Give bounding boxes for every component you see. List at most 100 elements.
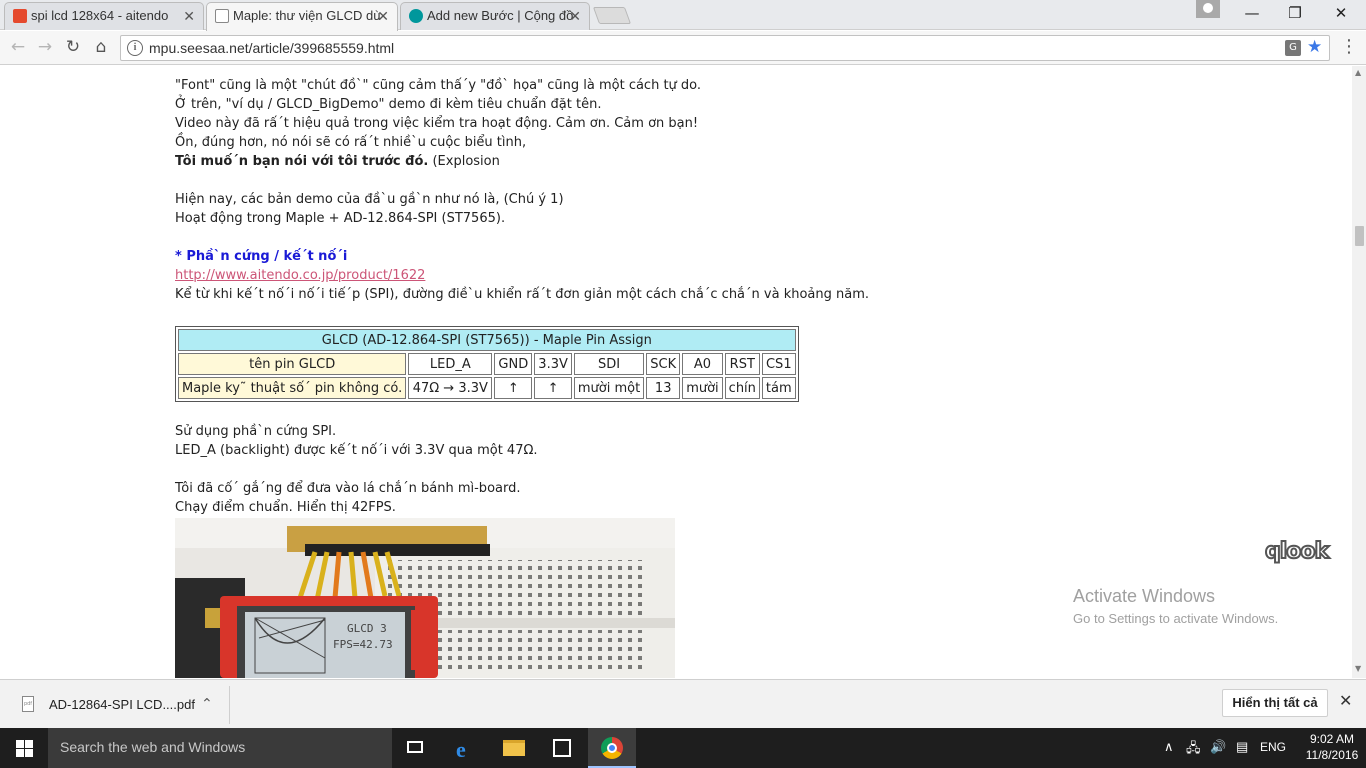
close-shelf-icon[interactable]: ✕ bbox=[1339, 691, 1352, 710]
home-icon[interactable]: ⌂ bbox=[89, 36, 113, 60]
tab-maple[interactable]: Maple: thư viện GLCD dù ✕ bbox=[206, 2, 398, 31]
translate-icon[interactable]: G bbox=[1285, 40, 1301, 56]
profile-icon[interactable] bbox=[1196, 0, 1220, 18]
article-line: Tôi muố´n bạn nói với tôi trước đó. (Exp… bbox=[175, 152, 500, 171]
clock-time[interactable]: 9:02 AM bbox=[1302, 732, 1362, 746]
system-tray: ∧ 🖧 🔊 ▤ ENG 9:02 AM 11/8/2016 bbox=[1160, 728, 1366, 768]
article-line: Hiện nay, các bản demo của đầ`u gầ`n như… bbox=[175, 192, 564, 207]
page-icon bbox=[215, 9, 229, 23]
article-line: Video này đã rấ´t hiệu quả trong việc ki… bbox=[175, 116, 699, 131]
qlook-logo: qlook bbox=[1264, 538, 1330, 565]
aitendo-icon bbox=[13, 9, 27, 23]
download-shelf: pdf AD-12864-SPI LCD....pdf ⌄ Hiển thị t… bbox=[0, 679, 1366, 729]
table-cell: CS1 bbox=[761, 353, 796, 375]
table-cell: RST bbox=[724, 353, 760, 375]
download-file-name[interactable]: AD-12864-SPI LCD....pdf bbox=[49, 697, 195, 712]
article-line: Tôi đã cố´ gắ´ng để đưa vào lá chắ´n bán… bbox=[175, 481, 521, 496]
tray-chevron-up-icon[interactable]: ∧ bbox=[1164, 739, 1174, 755]
show-all-downloads-button[interactable]: Hiển thị tất cả bbox=[1222, 689, 1328, 717]
minimize-icon[interactable]: — bbox=[1237, 3, 1267, 25]
article-line: Chạy điểm chuẩn. Hiển thị 42FPS. bbox=[175, 500, 396, 515]
table-cell: SCK bbox=[646, 353, 681, 375]
table-cell: tám bbox=[761, 377, 796, 399]
article-line: "Font" cũng là một "chút đồ`" cũng cảm t… bbox=[175, 78, 702, 93]
table-header-row: tên pin GLCD LED_A GND 3.3V SDI SCK A0 R… bbox=[178, 353, 796, 375]
tab-aitendo[interactable]: spi lcd 128x64 - aitendo ✕ bbox=[4, 2, 204, 30]
table-cell: LED_A bbox=[408, 353, 493, 375]
lcd-text-line2: FPS=42.73 bbox=[333, 638, 393, 651]
pin-assign-table: GLCD (AD-12.864-SPI (ST7565)) - Maple Pi… bbox=[175, 326, 799, 402]
lcd-text-line1: GLCD 3 bbox=[347, 622, 387, 635]
close-window-icon[interactable]: ✕ bbox=[1326, 3, 1356, 25]
article-line: Sử dụng phầ`n cứng SPI. bbox=[175, 424, 337, 439]
tab-title: Maple: thư viện GLCD dù bbox=[233, 8, 381, 23]
new-tab-button[interactable] bbox=[592, 7, 632, 24]
volume-icon[interactable]: 🔊 bbox=[1210, 739, 1226, 755]
notification-icon[interactable]: ▤ bbox=[1236, 739, 1248, 755]
product-link[interactable]: http://www.aitendo.co.jp/product/1622 bbox=[175, 266, 425, 285]
menu-dots-icon[interactable]: ⋮ bbox=[1340, 36, 1358, 57]
table-cell: mười một bbox=[573, 377, 645, 399]
table-caption-row: GLCD (AD-12.864-SPI (ST7565)) - Maple Pi… bbox=[178, 329, 796, 351]
windows-taskbar: Search the web and Windows e ∧ 🖧 🔊 ▤ ENG… bbox=[0, 728, 1366, 768]
activate-windows-title: Activate Windows bbox=[1073, 586, 1216, 606]
table-cell: GND bbox=[494, 353, 533, 375]
search-placeholder: Search the web and Windows bbox=[60, 739, 246, 755]
network-icon[interactable]: 🖧 bbox=[1186, 739, 1201, 761]
tab-close-icon[interactable]: ✕ bbox=[377, 3, 389, 29]
bold-text: Tôi muố´n bạn nói với tôi trước đó. bbox=[175, 154, 429, 169]
chevron-up-icon[interactable]: ⌄ bbox=[201, 694, 213, 710]
tab-close-icon[interactable]: ✕ bbox=[183, 3, 195, 29]
table-cell: ↑ bbox=[534, 377, 572, 399]
download-item[interactable]: pdf AD-12864-SPI LCD....pdf ⌄ bbox=[8, 686, 230, 724]
tab-strip: spi lcd 128x64 - aitendo ✕ Maple: thư vi… bbox=[0, 0, 1366, 31]
tab-close-icon[interactable]: ✕ bbox=[569, 3, 581, 29]
article-line: Kể từ khi kế´t nố´i nố´i tiế´p (SPI), đư… bbox=[175, 287, 870, 302]
table-cell: mười bbox=[682, 377, 723, 399]
table-row: Maple ky˜ thuật số´ pin không có. 47Ω → … bbox=[178, 377, 796, 399]
clock-date[interactable]: 11/8/2016 bbox=[1302, 748, 1362, 762]
table-cell: A0 bbox=[682, 353, 723, 375]
scroll-down-arrow-icon[interactable]: ▼ bbox=[1355, 664, 1361, 673]
reload-icon[interactable]: ↻ bbox=[61, 36, 85, 60]
info-icon[interactable]: i bbox=[127, 40, 143, 56]
back-arrow-icon[interactable]: ← bbox=[6, 36, 30, 60]
table-caption: GLCD (AD-12.864-SPI (ST7565)) - Maple Pi… bbox=[178, 329, 796, 351]
chrome-icon[interactable] bbox=[588, 728, 636, 768]
edge-browser-icon[interactable]: e bbox=[442, 728, 490, 768]
taskbar-search-box[interactable]: Search the web and Windows bbox=[48, 728, 392, 768]
tab-title: spi lcd 128x64 - aitendo bbox=[31, 8, 169, 23]
breadboard-photo: GLCD 3 FPS=42.73 bbox=[175, 518, 675, 678]
task-view-icon[interactable] bbox=[392, 728, 440, 768]
store-icon[interactable] bbox=[538, 728, 586, 768]
url-text[interactable]: mpu.seesaa.net/article/399685559.html bbox=[149, 40, 394, 56]
table-cell: SDI bbox=[573, 353, 645, 375]
tab-title: Add new Bước | Cộng đồ bbox=[427, 8, 574, 23]
pdf-file-icon: pdf bbox=[22, 696, 34, 712]
file-explorer-icon[interactable] bbox=[490, 728, 538, 768]
table-cell: tên pin GLCD bbox=[178, 353, 407, 375]
activate-windows-subtitle: Go to Settings to activate Windows. bbox=[1073, 611, 1279, 626]
table-cell: ↑ bbox=[494, 377, 533, 399]
table-cell: 47Ω → 3.3V bbox=[408, 377, 493, 399]
table-cell: 3.3V bbox=[534, 353, 572, 375]
breadboard-photo-image: GLCD 3 FPS=42.73 bbox=[175, 518, 675, 678]
windows-start-icon[interactable] bbox=[0, 728, 48, 768]
article-text: (Explosion bbox=[428, 154, 500, 169]
forward-arrow-icon[interactable]: → bbox=[33, 36, 57, 60]
tab-arduino[interactable]: Add new Bước | Cộng đồ ✕ bbox=[400, 2, 590, 30]
table-cell: Maple ky˜ thuật số´ pin không có. bbox=[178, 377, 407, 399]
address-bar[interactable]: i mpu.seesaa.net/article/399685559.html … bbox=[120, 35, 1330, 61]
bookmark-star-icon[interactable]: ★ bbox=[1307, 37, 1322, 57]
scrollbar-thumb[interactable] bbox=[1355, 226, 1364, 246]
scroll-up-arrow-icon[interactable]: ▲ bbox=[1355, 68, 1361, 77]
arduino-icon bbox=[409, 9, 423, 23]
restore-icon[interactable]: ❐ bbox=[1280, 3, 1310, 25]
input-language[interactable]: ENG bbox=[1260, 740, 1286, 754]
table-cell: 13 bbox=[646, 377, 681, 399]
article-line: Ồn, đúng hơn, nó nói sẽ có rấ´t nhiề`u c… bbox=[175, 135, 527, 150]
hardware-heading: * Phầ`n cứng / kế´t nố´i bbox=[175, 249, 348, 264]
article-line: Hoạt động trong Maple + AD-12.864-SPI (S… bbox=[175, 211, 506, 226]
table-cell: chín bbox=[724, 377, 760, 399]
vertical-scrollbar[interactable]: ▲ ▼ bbox=[1352, 66, 1366, 678]
